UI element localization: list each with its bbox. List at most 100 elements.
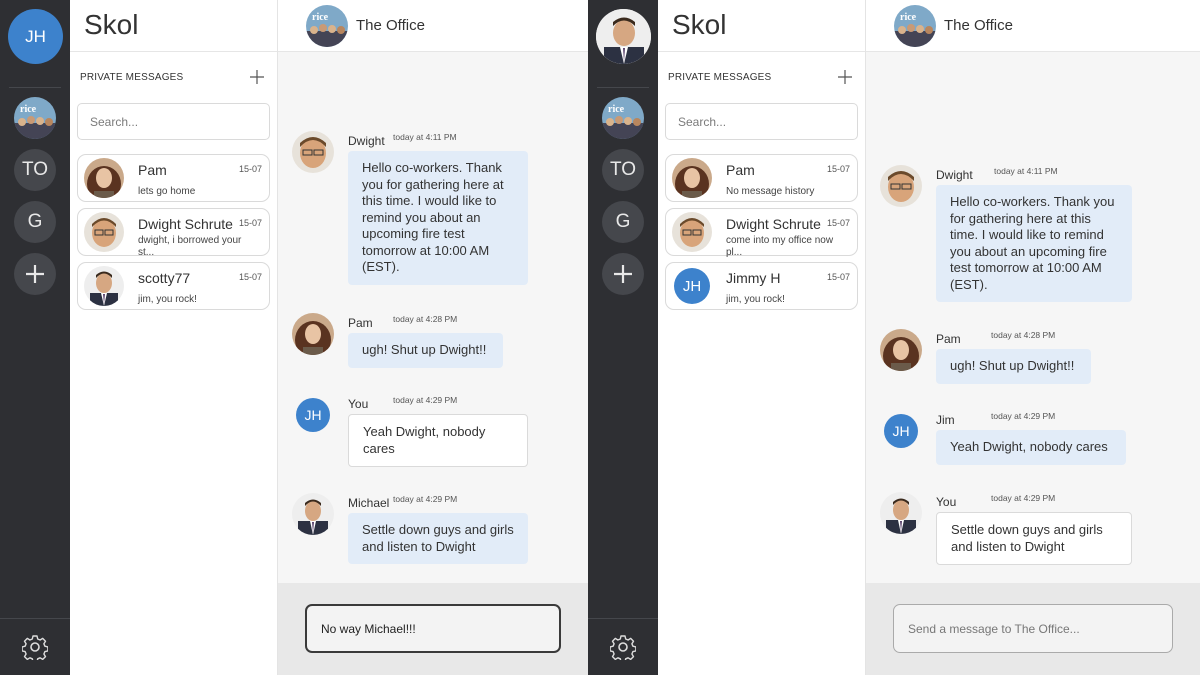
message-bubble: ugh! Shut up Dwight!! (936, 349, 1091, 384)
server-rail: rice TO G (588, 0, 658, 675)
message-time: today at 4:11 PM (393, 132, 457, 142)
new-dm-button[interactable] (835, 67, 855, 87)
settings-button[interactable] (588, 618, 658, 675)
message-bubble: Yeah Dwight, nobody cares (348, 414, 528, 467)
pam-avatar (84, 158, 124, 198)
rail-divider (9, 87, 61, 88)
message-input[interactable]: No way Michael!!! (305, 604, 561, 653)
composer: Send a message to The Office... (866, 583, 1200, 675)
chat-app-jim: JH rice TO G Skol PRIVATE MESSAGES Searc… (0, 0, 588, 675)
dm-preview: lets go home (138, 186, 196, 197)
message-time: today at 4:29 PM (393, 494, 458, 504)
gear-icon (22, 635, 48, 660)
dm-panel: Skol PRIVATE MESSAGES Search... Pam 15-0… (70, 0, 278, 675)
app-brand: Skol (658, 0, 865, 52)
message-sender: Dwight (936, 168, 973, 182)
dm-date: 15-07 (238, 272, 262, 282)
server-to[interactable]: TO (14, 149, 56, 191)
pam-avatar (292, 313, 334, 355)
dm-preview: jim, you rock! (138, 294, 197, 305)
new-dm-button[interactable] (247, 67, 267, 87)
add-server-button[interactable] (14, 253, 56, 295)
pm-header: PRIVATE MESSAGES (658, 52, 865, 102)
dwight-avatar (292, 131, 334, 173)
plus-icon (250, 70, 264, 84)
plus-icon (838, 70, 852, 84)
dm-item-scotty77[interactable]: scotty77 15-07 jim, you rock! (77, 262, 270, 310)
user-avatar[interactable] (596, 9, 651, 64)
message-time: today at 4:28 PM (393, 314, 458, 324)
message-sender: You (348, 397, 369, 411)
pm-header: PRIVATE MESSAGES (70, 52, 277, 102)
dm-list: Pam 15-07 No message history Dwight Schr… (665, 154, 858, 310)
dm-name: Pam (138, 162, 167, 178)
plus-icon (614, 265, 632, 283)
dm-date: 15-07 (826, 164, 850, 174)
dm-panel: Skol PRIVATE MESSAGES Search... Pam 15-0… (658, 0, 866, 675)
user-avatar[interactable]: JH (8, 9, 63, 64)
office-group-avatar-icon: rice (602, 97, 644, 139)
server-g[interactable]: G (602, 201, 644, 243)
server-rail: JH rice TO G (0, 0, 70, 675)
dm-name: Pam (726, 162, 755, 178)
message-time: today at 4:28 PM (991, 330, 1056, 340)
dwight-avatar (880, 165, 922, 207)
dwight-avatar (672, 212, 712, 252)
message-bubble: Settle down guys and girls and listen to… (936, 512, 1132, 565)
jim-avatar: JH (674, 268, 710, 304)
message-sender: Jim (936, 413, 955, 427)
message-list: Dwight today at 4:11 PM Hello co-workers… (866, 53, 1200, 583)
server-to[interactable]: TO (602, 149, 644, 191)
message-sender: Pam (936, 332, 961, 346)
dm-date: 15-07 (238, 218, 262, 228)
dm-item-dwight[interactable]: Dwight Schrute 15-07 dwight, i borrowed … (77, 208, 270, 258)
pam-avatar (880, 329, 922, 371)
dm-date: 15-07 (238, 164, 262, 174)
dwight-avatar (84, 212, 124, 252)
search-input[interactable]: Search... (665, 103, 858, 140)
message-bubble: Hello co-workers. Thank you for gatherin… (348, 151, 528, 285)
svg-text:rice: rice (900, 12, 917, 23)
dm-item-jimmy-h[interactable]: JH Jimmy H 15-07 jim, you rock! (665, 262, 858, 310)
dm-name: scotty77 (138, 270, 191, 286)
message-input[interactable]: Send a message to The Office... (893, 604, 1173, 653)
message-sender: Dwight (348, 134, 385, 148)
pm-title: PRIVATE MESSAGES (80, 71, 184, 83)
dm-name: Dwight Schrute (726, 216, 821, 232)
dm-preview: dwight, i borrowed your st... (138, 235, 242, 258)
michael-avatar (880, 492, 922, 534)
server-the-office[interactable]: rice (14, 97, 56, 139)
dm-name: Dwight Schrute (138, 216, 233, 232)
dm-item-pam[interactable]: Pam 15-07 lets go home (77, 154, 270, 202)
office-group-avatar-icon: rice (306, 4, 348, 47)
add-server-button[interactable] (602, 253, 644, 295)
chat-pane: rice The Office Dwight today at 4:11 PM … (866, 0, 1200, 675)
server-the-office[interactable]: rice (602, 97, 644, 139)
dm-list: Pam 15-07 lets go home Dwight Schrute 15… (77, 154, 270, 310)
message-bubble: Yeah Dwight, nobody cares (936, 430, 1126, 465)
settings-button[interactable] (0, 618, 70, 675)
composer: No way Michael!!! (278, 583, 588, 675)
dm-name: Jimmy H (726, 270, 781, 286)
dm-date: 15-07 (826, 218, 850, 228)
chat-header: rice The Office (866, 0, 1200, 52)
dm-date: 15-07 (826, 272, 850, 282)
server-g[interactable]: G (14, 201, 56, 243)
jim-avatar: JH (884, 414, 918, 448)
chat-title: The Office (944, 17, 1013, 34)
message-bubble: Settle down guys and girls and listen to… (348, 513, 528, 564)
search-input[interactable]: Search... (77, 103, 270, 140)
message-bubble: ugh! Shut up Dwight!! (348, 333, 503, 368)
dm-item-pam[interactable]: Pam 15-07 No message history (665, 154, 858, 202)
rail-divider (597, 87, 649, 88)
chat-app-michael: rice TO G Skol PRIVATE MESSAGES Search..… (588, 0, 1200, 675)
svg-text:rice: rice (608, 104, 625, 115)
dm-preview: jim, you rock! (726, 294, 785, 305)
office-group-avatar-icon: rice (14, 97, 56, 139)
gear-icon (610, 635, 636, 660)
dm-item-dwight[interactable]: Dwight Schrute 15-07 come into my office… (665, 208, 858, 258)
office-group-avatar-icon: rice (894, 4, 936, 47)
message-time: today at 4:11 PM (994, 166, 1058, 176)
chat-header: rice The Office (278, 0, 588, 52)
user-avatar: JH (296, 398, 330, 432)
